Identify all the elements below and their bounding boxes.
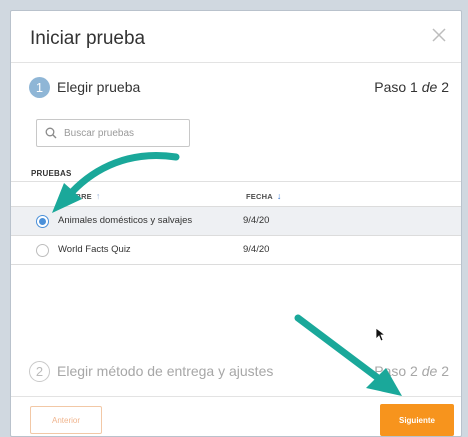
test-name: World Facts Quiz <box>58 244 131 255</box>
table-row[interactable]: Animales domésticos y salvajes 9/4/20 <box>11 207 461 236</box>
test-date: 9/4/20 <box>243 244 270 255</box>
step-2-header: 2 Elegir método de entrega y ajustes Pas… <box>11 353 461 393</box>
next-button[interactable]: Siguiente <box>380 404 454 436</box>
arrow-up-icon: ↑ <box>95 191 101 201</box>
start-test-dialog: Iniciar prueba 1 Elegir prueba Paso 1 de… <box>10 10 462 437</box>
mouse-cursor-icon <box>375 327 387 342</box>
step-1-header: 1 Elegir prueba Paso 1 de 2 <box>11 69 461 109</box>
row-radio[interactable] <box>36 244 49 257</box>
previous-button[interactable]: Anterior <box>30 406 102 434</box>
tests-section-label: PRUEBAS <box>31 169 72 178</box>
search-input[interactable] <box>64 124 184 142</box>
search-icon <box>45 127 57 139</box>
column-header-name[interactable]: MBRE ↑ <box>69 191 101 201</box>
step-1-label: Elegir prueba <box>57 79 141 95</box>
search-box[interactable] <box>36 119 190 147</box>
tests-table: MBRE ↑ FECHA ↓ Animales domésticos y salva… <box>11 181 461 265</box>
step-2-label: Elegir método de entrega y ajustes <box>57 363 274 379</box>
step-1-page-indicator: Paso 1 de 2 <box>374 79 449 95</box>
dialog-footer: Anterior Siguiente <box>11 396 461 436</box>
test-date: 9/4/20 <box>243 215 270 226</box>
table-row[interactable]: World Facts Quiz 9/4/20 <box>11 236 461 265</box>
step-2-number: 2 <box>29 361 50 382</box>
step-1-number: 1 <box>29 77 50 98</box>
test-name: Animales domésticos y salvajes <box>58 215 193 226</box>
arrow-down-icon: ↓ <box>276 191 282 201</box>
close-icon[interactable] <box>431 27 447 43</box>
step-2-page-indicator: Paso 2 de 2 <box>374 363 449 379</box>
column-header-date[interactable]: FECHA ↓ <box>246 191 282 201</box>
dialog-header: Iniciar prueba <box>11 11 461 63</box>
table-header: MBRE ↑ FECHA ↓ <box>11 181 461 207</box>
dialog-title: Iniciar prueba <box>30 28 146 49</box>
row-radio[interactable] <box>36 215 49 228</box>
